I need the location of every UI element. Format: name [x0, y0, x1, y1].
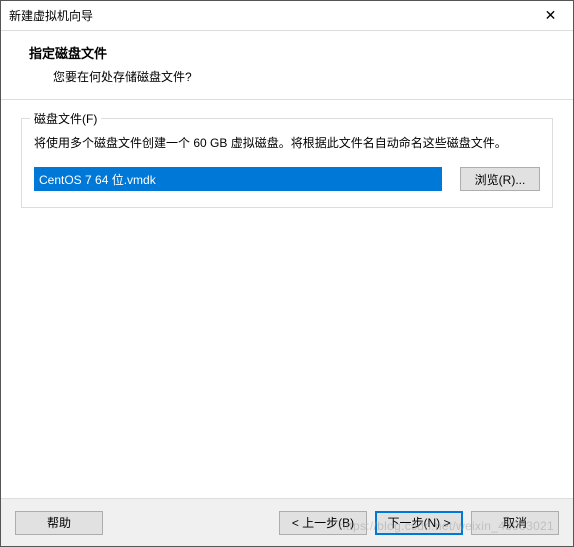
close-button[interactable]: ✕: [528, 1, 573, 31]
cancel-button[interactable]: 取消: [471, 511, 559, 535]
close-icon: ✕: [545, 7, 557, 24]
wizard-content: 磁盘文件(F) 将使用多个磁盘文件创建一个 60 GB 虚拟磁盘。将根据此文件名…: [1, 99, 573, 498]
help-button[interactable]: 帮助: [15, 511, 103, 535]
disk-file-fieldset: 磁盘文件(F) 将使用多个磁盘文件创建一个 60 GB 虚拟磁盘。将根据此文件名…: [21, 118, 553, 208]
titlebar: 新建虚拟机向导 ✕: [1, 1, 573, 31]
disk-file-input[interactable]: [34, 167, 442, 191]
disk-description: 将使用多个磁盘文件创建一个 60 GB 虚拟磁盘。将根据此文件名自动命名这些磁盘…: [34, 133, 540, 153]
window-title: 新建虚拟机向导: [9, 7, 93, 24]
wizard-dialog: 新建虚拟机向导 ✕ 指定磁盘文件 您要在何处存储磁盘文件? 磁盘文件(F) 将使…: [0, 0, 574, 547]
page-subtitle: 您要在何处存储磁盘文件?: [29, 68, 553, 85]
wizard-footer: 帮助 < 上一步(B) 下一步(N) > 取消: [1, 498, 573, 546]
wizard-header: 指定磁盘文件 您要在何处存储磁盘文件?: [1, 31, 573, 99]
next-button[interactable]: 下一步(N) >: [375, 511, 463, 535]
back-button[interactable]: < 上一步(B): [279, 511, 367, 535]
fieldset-legend: 磁盘文件(F): [30, 110, 101, 127]
browse-button[interactable]: 浏览(R)...: [460, 167, 540, 191]
page-title: 指定磁盘文件: [29, 43, 553, 62]
file-input-row: 浏览(R)...: [34, 167, 540, 191]
